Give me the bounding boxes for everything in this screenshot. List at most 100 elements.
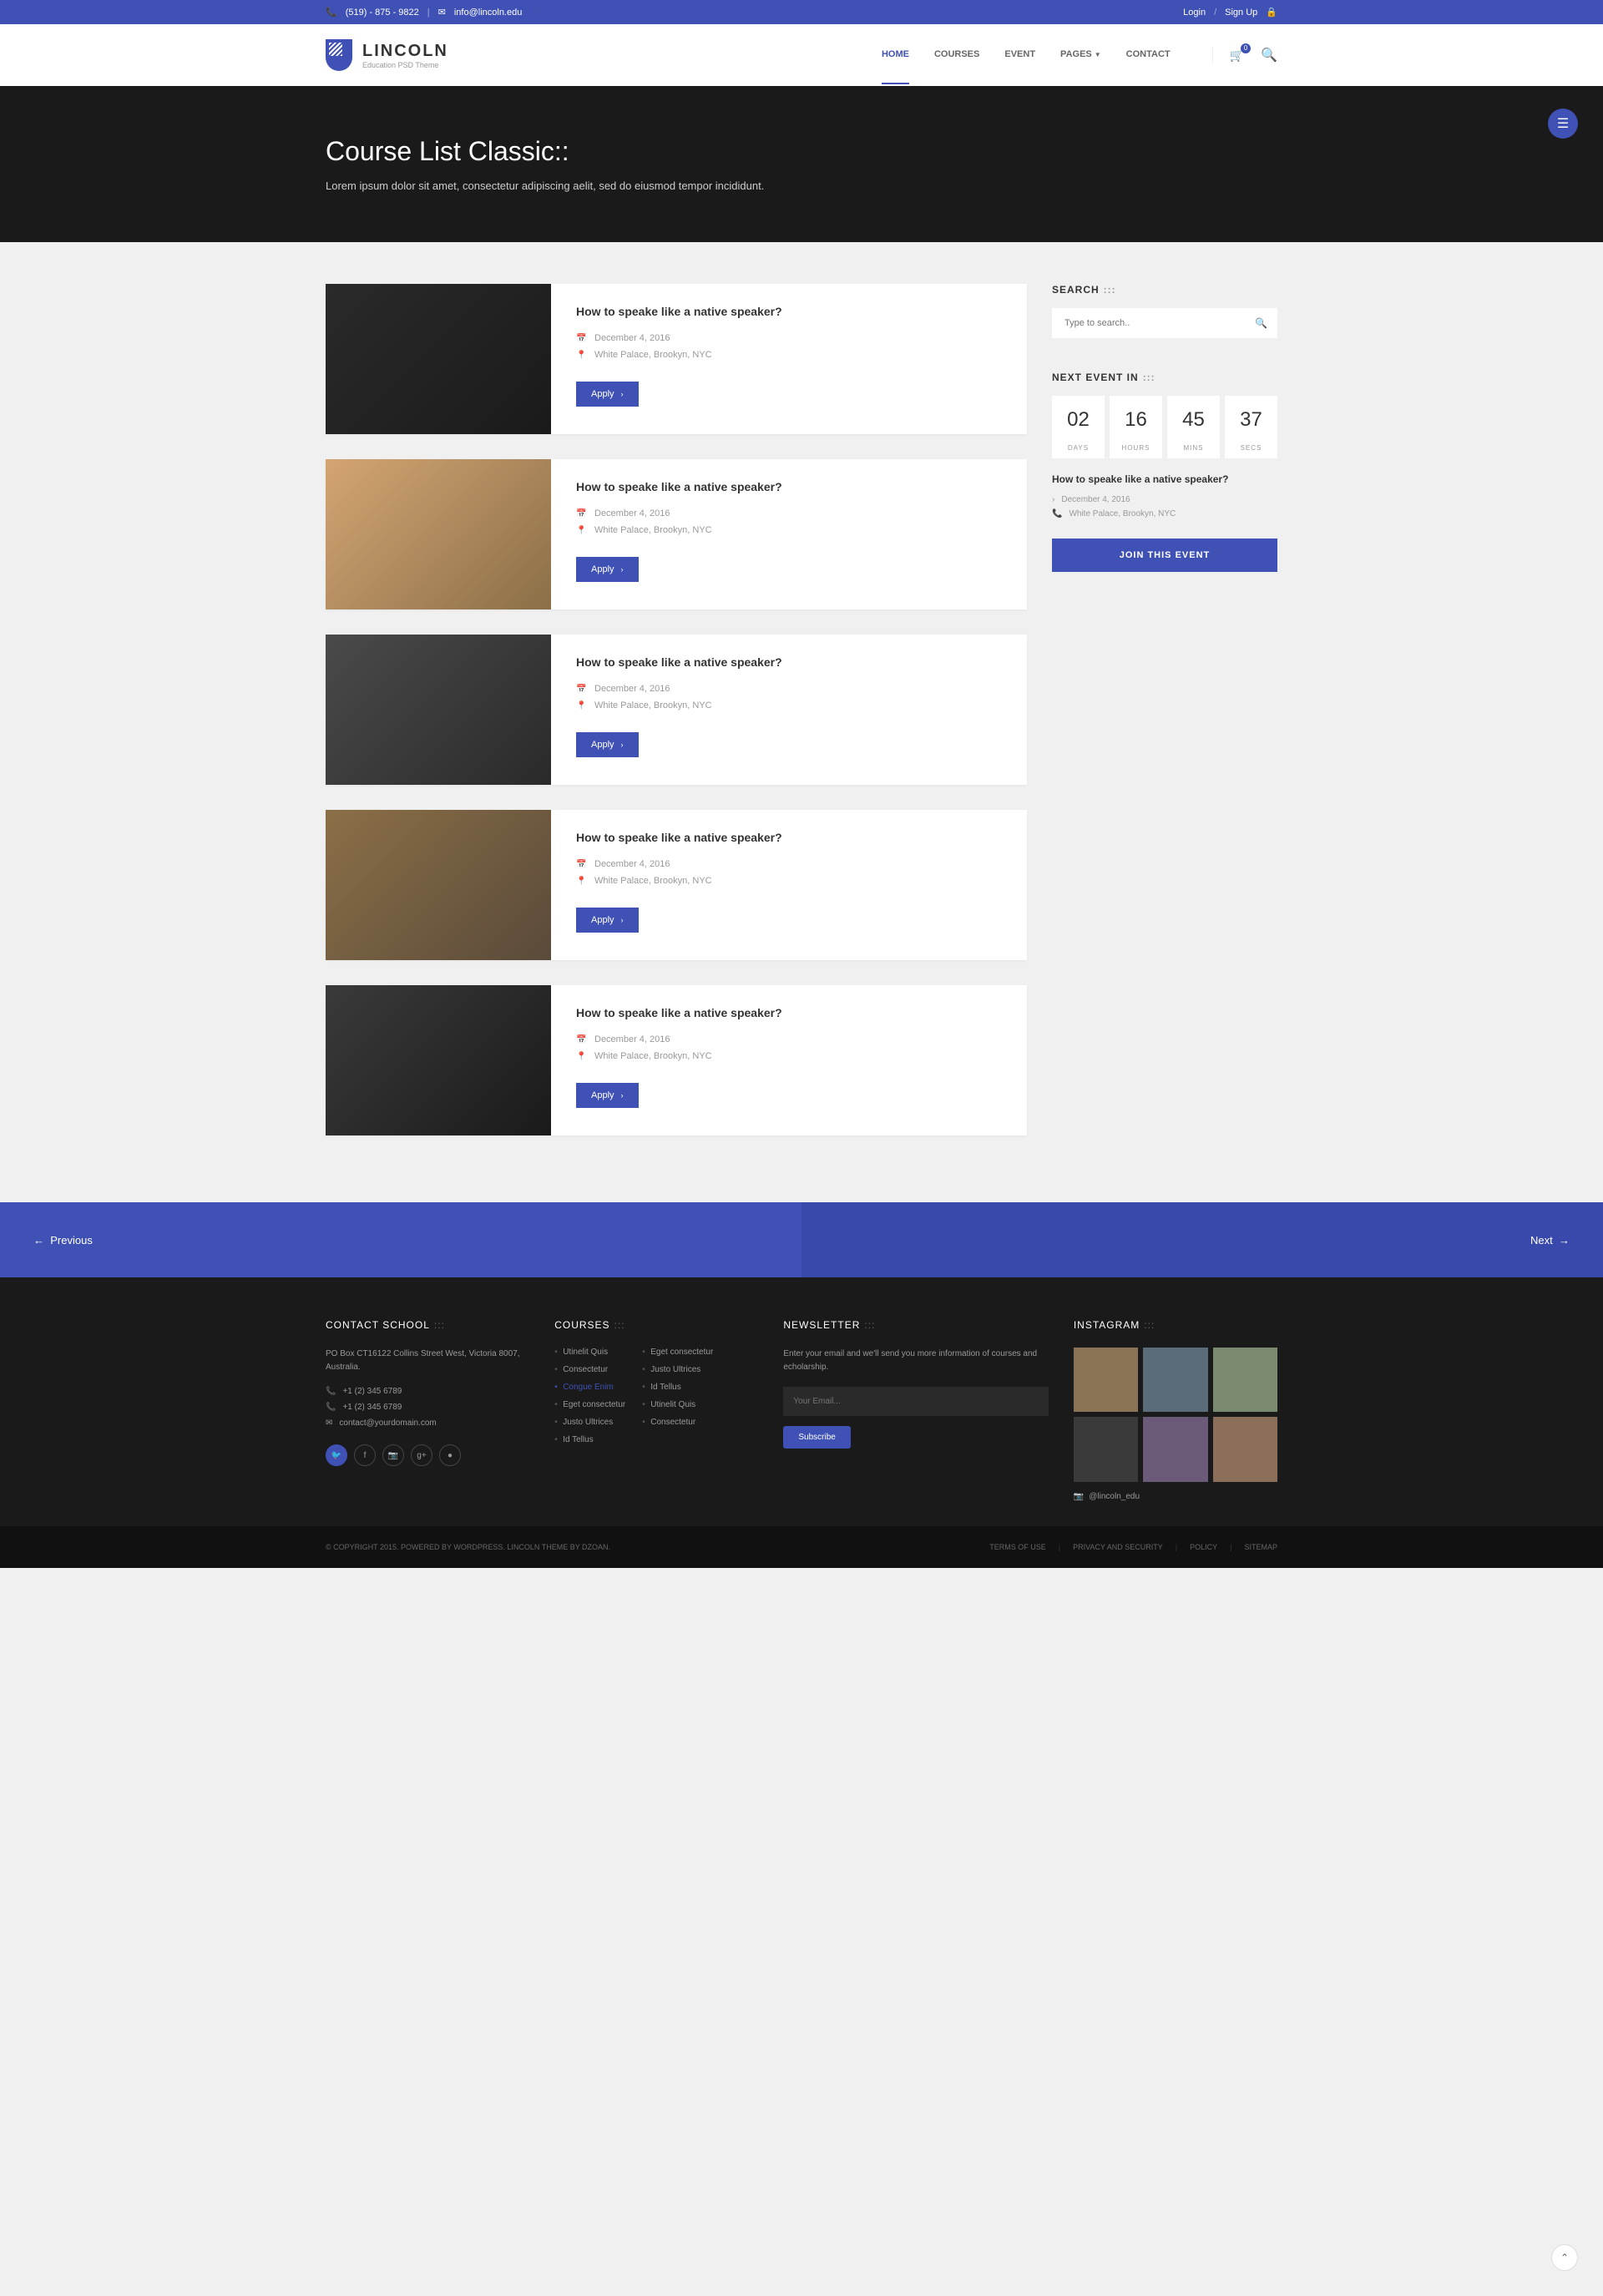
calendar-icon: 📅: [576, 1035, 586, 1044]
nav-courses[interactable]: COURSES: [934, 49, 979, 84]
apply-button[interactable]: Apply›: [576, 557, 639, 582]
instagram-thumb[interactable]: [1143, 1348, 1207, 1412]
newsletter-input[interactable]: [783, 1387, 1048, 1416]
topbar: 📞 (519) - 875 - 9822 | ✉ info@lincoln.ed…: [0, 0, 1603, 24]
dribbble-icon[interactable]: ●: [439, 1444, 461, 1466]
twitter-icon[interactable]: 🐦: [326, 1444, 347, 1466]
cart-badge: 0: [1241, 43, 1251, 53]
count-mins: 45: [1167, 408, 1220, 432]
dots-icon: :::: [434, 1319, 445, 1331]
social-icons: 🐦 f 📷 g+ ●: [326, 1444, 529, 1466]
instagram-thumb[interactable]: [1213, 1417, 1277, 1481]
nav-contact[interactable]: CONTACT: [1126, 49, 1171, 84]
instagram-icon: 📷: [1074, 1492, 1084, 1501]
footer-link[interactable]: Congue Enim: [554, 1383, 625, 1392]
footer-link[interactable]: Justo Ultrices: [554, 1418, 625, 1427]
footer-link[interactable]: Eget consectetur: [554, 1400, 625, 1409]
copyright-text: © COPYRIGHT 2015. POWERED BY WORDPRESS. …: [326, 1543, 610, 1551]
subscribe-button[interactable]: Subscribe: [783, 1426, 850, 1449]
course-title[interactable]: How to speake like a native speaker?: [576, 1006, 1002, 1019]
footer-courses: COURSES::: Utinelit QuisConsecteturCongu…: [554, 1319, 758, 1501]
footer-link[interactable]: Id Tellus: [642, 1383, 713, 1392]
instagram-thumb[interactable]: [1074, 1417, 1138, 1481]
footer-link[interactable]: Consectetur: [642, 1418, 713, 1427]
scroll-top-button[interactable]: ⌃: [1551, 2244, 1578, 2271]
course-date: December 4, 2016: [594, 333, 670, 343]
googleplus-icon[interactable]: g+: [411, 1444, 432, 1466]
footer-bottom-link[interactable]: PRIVACY AND SECURITY: [1073, 1543, 1163, 1551]
chevron-up-icon: ⌃: [1560, 2252, 1569, 2263]
calendar-icon: 📅: [576, 685, 586, 694]
course-date: December 4, 2016: [594, 1034, 670, 1044]
facebook-icon[interactable]: f: [354, 1444, 376, 1466]
apply-button[interactable]: Apply›: [576, 732, 639, 757]
prev-button[interactable]: ← Previous: [0, 1202, 802, 1277]
arrow-left-icon: ←: [33, 1234, 50, 1247]
footer-contact: CONTACT SCHOOL::: PO Box CT16122 Collins…: [326, 1319, 529, 1501]
arrow-right-icon: →: [1553, 1234, 1570, 1247]
menu-fab[interactable]: ☰: [1548, 109, 1578, 139]
instagram-thumb[interactable]: [1213, 1348, 1277, 1412]
footer-link[interactable]: Consectetur: [554, 1365, 625, 1374]
phone-icon: 📞: [326, 1387, 336, 1396]
header: LINCOLN Education PSD Theme HOME COURSES…: [0, 24, 1603, 86]
search-icon[interactable]: 🔍: [1255, 317, 1267, 329]
course-image[interactable]: [326, 284, 551, 434]
cart-icon[interactable]: 🛒0: [1230, 48, 1244, 63]
footer-link[interactable]: Utinelit Quis: [642, 1400, 713, 1409]
course-card: How to speake like a native speaker? 📅De…: [326, 810, 1027, 960]
instagram-thumb[interactable]: [1143, 1417, 1207, 1481]
count-hours: 16: [1110, 408, 1162, 432]
search-icon[interactable]: 🔍: [1261, 47, 1277, 63]
instagram-handle[interactable]: @lincoln_edu: [1089, 1492, 1140, 1501]
nav-home[interactable]: HOME: [882, 49, 909, 84]
countdown: 02DAYS 16HOURS 45MINS 37SECS: [1052, 396, 1277, 458]
footer-instagram: INSTAGRAM::: 📷@lincoln_edu: [1074, 1319, 1277, 1501]
footer-link[interactable]: Eget consectetur: [642, 1348, 713, 1357]
divider: |: [427, 8, 430, 18]
nav-pages[interactable]: PAGES▼: [1060, 49, 1101, 84]
course-title[interactable]: How to speake like a native speaker?: [576, 305, 1002, 318]
logo[interactable]: LINCOLN Education PSD Theme: [326, 39, 448, 71]
chevron-right-icon: ›: [621, 1091, 624, 1100]
instagram-icon[interactable]: 📷: [382, 1444, 404, 1466]
chevron-down-icon: ▼: [1095, 51, 1101, 58]
count-days: 02: [1052, 408, 1105, 432]
email-link[interactable]: info@lincoln.edu: [454, 8, 523, 18]
course-location: White Palace, Brookyn, NYC: [594, 1051, 712, 1061]
apply-button[interactable]: Apply›: [576, 1083, 639, 1108]
nav-event[interactable]: EVENT: [1004, 49, 1035, 84]
course-date: December 4, 2016: [594, 859, 670, 869]
instagram-thumb[interactable]: [1074, 1348, 1138, 1412]
course-date: December 4, 2016: [594, 508, 670, 518]
apply-button[interactable]: Apply›: [576, 382, 639, 407]
pagination: ← Previous Next →: [0, 1202, 1603, 1277]
dots-icon: :::: [864, 1319, 875, 1331]
login-link[interactable]: Login: [1183, 8, 1206, 18]
course-image[interactable]: [326, 810, 551, 960]
course-title[interactable]: How to speake like a native speaker?: [576, 655, 1002, 669]
footer-link[interactable]: Utinelit Quis: [554, 1348, 625, 1357]
email-icon: ✉: [326, 1419, 332, 1428]
dots-icon: :::: [1104, 284, 1116, 296]
footer-bottom-link[interactable]: SITEMAP: [1244, 1543, 1277, 1551]
course-image[interactable]: [326, 459, 551, 609]
next-button[interactable]: Next →: [802, 1202, 1603, 1277]
course-title[interactable]: How to speake like a native speaker?: [576, 831, 1002, 844]
course-title[interactable]: How to speake like a native speaker?: [576, 480, 1002, 493]
address-text: PO Box CT16122 Collins Street West, Vict…: [326, 1348, 529, 1374]
count-secs: 37: [1225, 408, 1277, 432]
apply-button[interactable]: Apply›: [576, 908, 639, 933]
course-image[interactable]: [326, 985, 551, 1135]
signup-link[interactable]: Sign Up: [1225, 8, 1257, 18]
join-event-button[interactable]: JOIN THIS EVENT: [1052, 539, 1277, 572]
course-image[interactable]: [326, 635, 551, 785]
email-icon: ✉: [438, 7, 446, 18]
footer-bottom-link[interactable]: POLICY: [1190, 1543, 1217, 1551]
event-name: How to speake like a native speaker?: [1052, 473, 1277, 485]
footer-link[interactable]: Id Tellus: [554, 1435, 625, 1444]
footer-link[interactable]: Justo Ultrices: [642, 1365, 713, 1374]
footer-bottom-link[interactable]: TERMS OF USE: [989, 1543, 1046, 1551]
search-input[interactable]: [1052, 308, 1277, 338]
location-icon: 📍: [576, 1052, 586, 1061]
